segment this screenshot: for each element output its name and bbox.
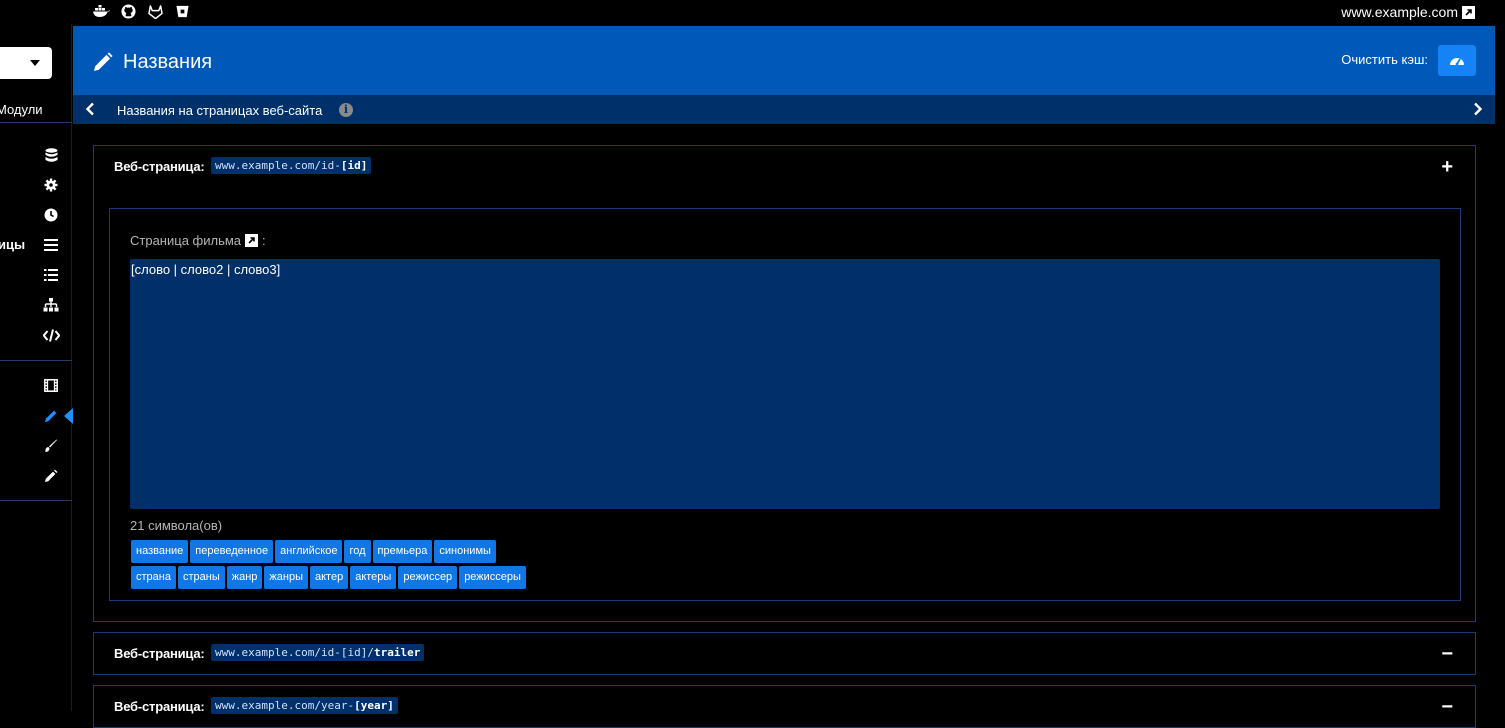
clear-cache-label: Очистить кэш: xyxy=(1341,52,1428,67)
tag-button[interactable]: страны xyxy=(177,566,225,589)
url-pattern: www.example.com/id-[id]/trailer xyxy=(211,644,425,661)
page-title: Названия xyxy=(123,51,213,73)
collapse-toggle[interactable]: − xyxy=(1441,696,1453,719)
external-link-icon xyxy=(1462,5,1475,19)
sitemap-icon[interactable] xyxy=(42,296,60,314)
url-bold: trailer xyxy=(373,646,421,659)
panel-label: Веб-страница: xyxy=(114,646,205,661)
github-icon[interactable] xyxy=(120,3,137,20)
url-pattern: www.example.com/year-[year] xyxy=(211,697,398,714)
chevron-down-icon xyxy=(30,60,40,66)
field-label-colon: : xyxy=(262,233,266,248)
char-counter: 21 символа(ов) xyxy=(130,518,223,533)
chevron-right-icon[interactable] xyxy=(1473,102,1483,121)
field-label: Страница фильма : xyxy=(130,233,266,248)
tag-row-2: страна страны жанр жанры актер актеры режиссер… xyxy=(131,566,526,589)
code-icon[interactable] xyxy=(42,326,60,344)
webpage-panel: Веб-страница: www.example.com/year-[year… xyxy=(93,685,1476,728)
tag-row-1: название переведенное английское год премьер… xyxy=(131,540,496,563)
url-pattern: www.example.com/id-[id] xyxy=(211,157,372,174)
film-icon[interactable] xyxy=(42,376,60,394)
panel-header[interactable]: Веб-страница: www.example.com/year-[year… xyxy=(94,686,1475,728)
sidebar-divider xyxy=(0,122,72,123)
tag-button[interactable]: режиссеры xyxy=(459,566,526,589)
webpage-panel: Веб-страница: www.example.com/id-[id]/tr… xyxy=(93,632,1476,675)
tag-button[interactable]: английское xyxy=(275,540,343,563)
tag-button[interactable]: актер xyxy=(309,566,349,589)
site-link-text: www.example.com xyxy=(1341,4,1458,20)
bitbucket-icon[interactable] xyxy=(174,3,191,20)
top-icons xyxy=(93,3,191,20)
title-template-textarea[interactable] xyxy=(130,259,1440,509)
sidebar-modules-label: Модули xyxy=(0,102,43,117)
sidebar: Модули ицы xyxy=(0,24,73,711)
pencil-icon[interactable] xyxy=(42,407,60,425)
url-bold: [id] xyxy=(340,159,368,172)
tag-button[interactable]: страна xyxy=(131,566,176,589)
panel-header[interactable]: Веб-страница: www.example.com/id-[id] + xyxy=(94,146,1475,188)
webpage-panel: Веб-страница: www.example.com/id-[id] + … xyxy=(93,145,1476,622)
panel-label: Веб-страница: xyxy=(114,159,205,174)
collapse-toggle[interactable]: − xyxy=(1441,643,1453,666)
panel-header[interactable]: Веб-страница: www.example.com/id-[id]/tr… xyxy=(94,633,1475,675)
sidebar-partial-label: ицы xyxy=(0,237,26,252)
tag-button[interactable]: актеры xyxy=(350,566,397,589)
sidebar-divider xyxy=(0,500,72,501)
tag-button[interactable]: год xyxy=(344,540,371,563)
gitlab-icon[interactable] xyxy=(147,3,164,20)
sidebar-divider xyxy=(0,360,72,361)
panel-body: Страница фильма : 21 символа(ов) названи… xyxy=(109,208,1461,601)
tag-button[interactable]: название xyxy=(131,540,189,563)
url-bold: [year] xyxy=(354,699,394,712)
list-icon[interactable] xyxy=(42,236,60,254)
info-icon[interactable]: i xyxy=(339,103,353,117)
clear-cache-button[interactable] xyxy=(1438,45,1476,76)
tag-button[interactable]: жанры xyxy=(264,566,308,589)
database-icon[interactable] xyxy=(42,146,60,164)
chevron-left-icon[interactable] xyxy=(85,102,95,121)
docker-icon[interactable] xyxy=(93,3,110,20)
tag-button[interactable]: премьера xyxy=(372,540,433,563)
breadcrumb: Названия на страницах веб-сайта i xyxy=(73,95,1495,124)
module-select[interactable] xyxy=(0,47,52,79)
page-header: Названия Очистить кэш: xyxy=(73,26,1495,95)
url-prefix: www.example.com/id-[id]/ xyxy=(215,646,374,659)
external-link-icon[interactable] xyxy=(245,234,259,247)
pen-icon[interactable] xyxy=(42,467,60,485)
top-bar: www.example.com xyxy=(0,0,1505,24)
gear-icon[interactable] xyxy=(42,176,60,194)
tag-button[interactable]: режиссер xyxy=(398,566,458,589)
url-prefix: www.example.com/year- xyxy=(215,699,355,712)
brush-icon[interactable] xyxy=(42,437,60,455)
tag-button[interactable]: жанр xyxy=(226,566,263,589)
active-indicator xyxy=(64,408,73,424)
tachometer-icon xyxy=(1450,57,1464,65)
tag-button[interactable]: переведенное xyxy=(190,540,274,563)
field-label-text: Страница фильма xyxy=(130,233,242,248)
list-ul-icon[interactable] xyxy=(42,266,60,284)
clock-icon[interactable] xyxy=(42,206,60,224)
tag-button[interactable]: синонимы xyxy=(434,540,496,563)
expand-toggle[interactable]: + xyxy=(1441,156,1453,179)
breadcrumb-text: Названия на страницах веб-сайта xyxy=(117,103,323,118)
site-link[interactable]: www.example.com xyxy=(1341,4,1475,20)
url-prefix: www.example.com/id- xyxy=(215,159,341,172)
pencil-icon xyxy=(93,52,113,77)
panel-label: Веб-страница: xyxy=(114,699,205,714)
